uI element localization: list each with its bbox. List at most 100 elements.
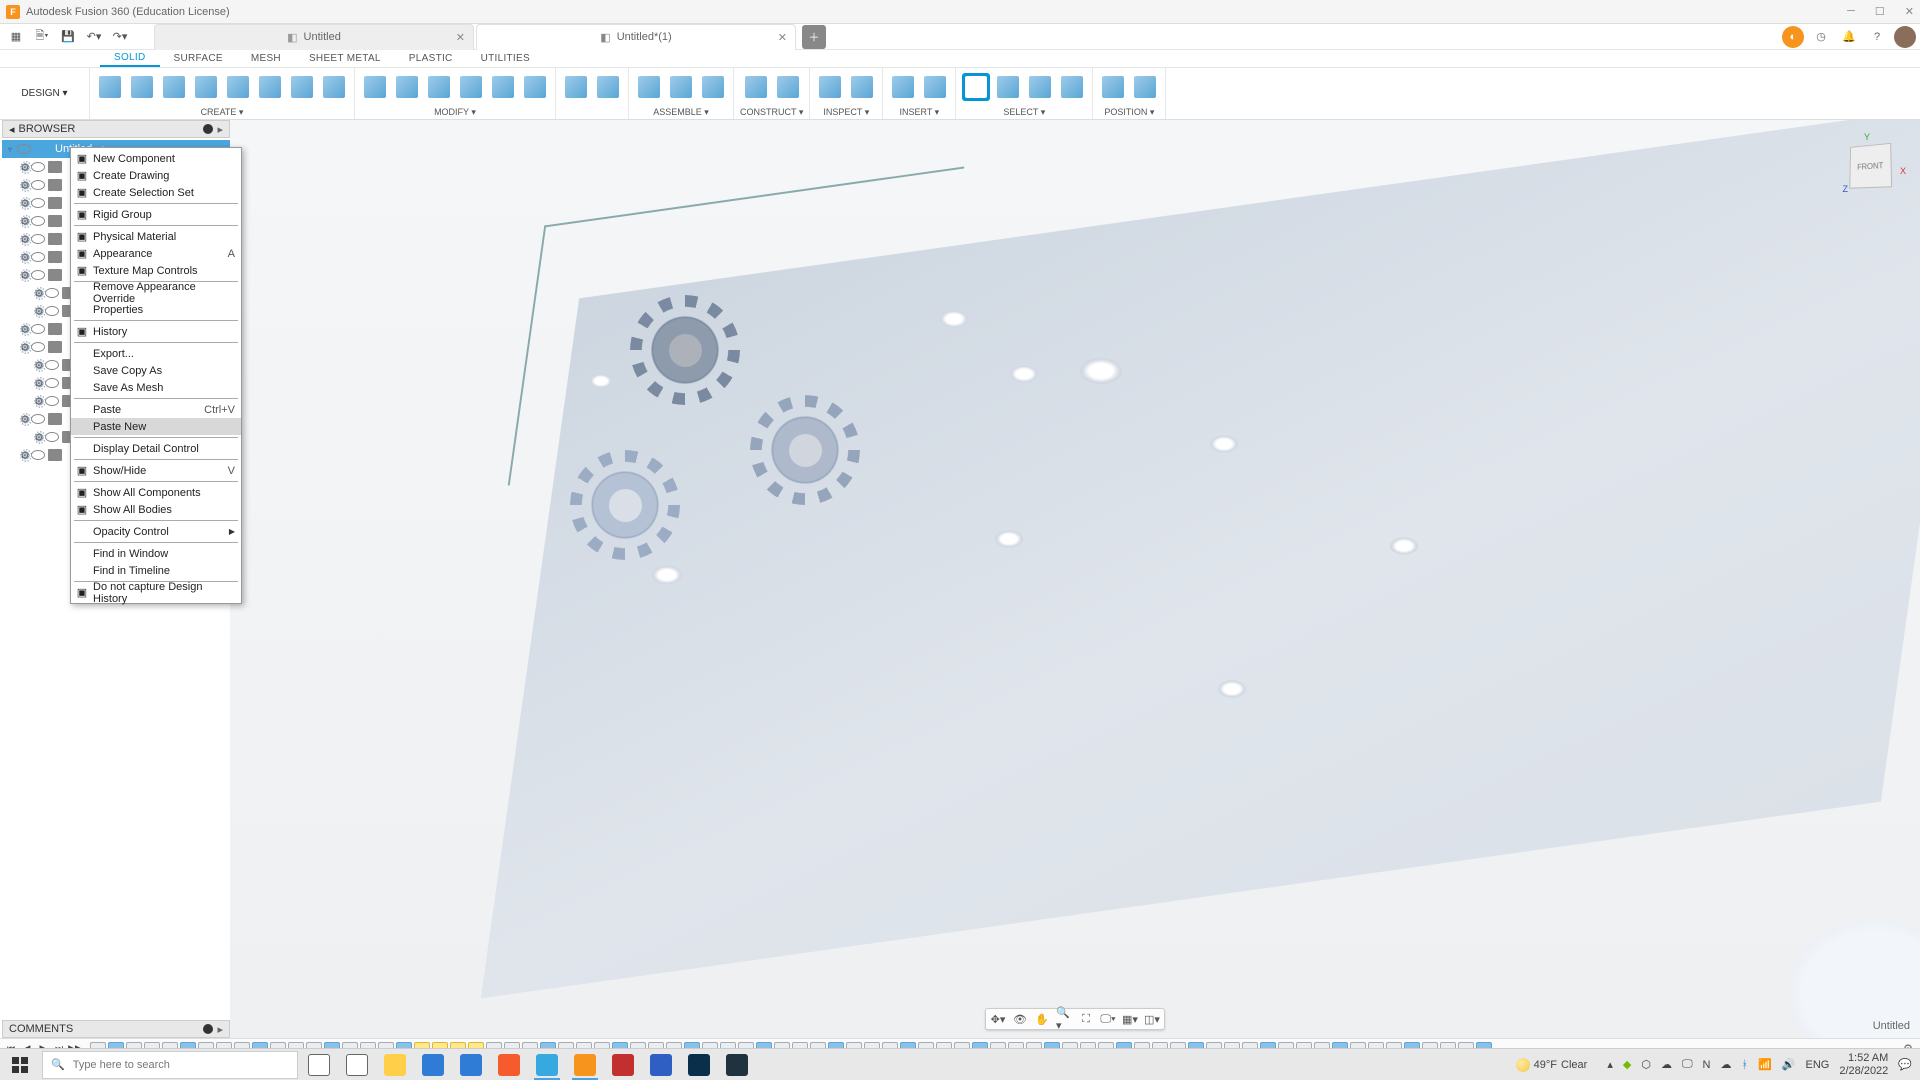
add-tab-button[interactable]: ＋ bbox=[802, 25, 826, 49]
taskbar-app-taskview[interactable] bbox=[338, 1049, 376, 1080]
visibility-icon[interactable] bbox=[17, 144, 31, 154]
visibility-icon[interactable] bbox=[45, 396, 59, 406]
visibility-icon[interactable] bbox=[31, 234, 45, 244]
menu-item-save-as-mesh[interactable]: Save As Mesh bbox=[71, 379, 241, 396]
ribbon-group-label[interactable]: ASSEMBLE ▾ bbox=[653, 105, 709, 119]
save-button[interactable]: 💾 bbox=[56, 26, 80, 48]
undo-button[interactable]: ↶▾ bbox=[82, 26, 106, 48]
ribbon-tool-button[interactable] bbox=[489, 73, 517, 101]
taskbar-app-edge[interactable] bbox=[528, 1049, 566, 1080]
menu-item-history[interactable]: ▣History bbox=[71, 323, 241, 340]
visibility-icon[interactable] bbox=[31, 324, 45, 334]
ribbon-tool-button[interactable] bbox=[1099, 73, 1127, 101]
taskbar-app-autocad[interactable] bbox=[604, 1049, 642, 1080]
menu-item-save-copy-as[interactable]: Save Copy As bbox=[71, 362, 241, 379]
viewcube-face[interactable]: FRONT bbox=[1849, 143, 1892, 189]
visibility-icon[interactable] bbox=[31, 270, 45, 280]
menu-item-paste[interactable]: PasteCtrl+V bbox=[71, 401, 241, 418]
ribbon-tool-button[interactable] bbox=[1131, 73, 1159, 101]
taskbar-clock[interactable]: 1:52 AM 2/28/2022 bbox=[1839, 1052, 1888, 1076]
menu-item-find-in-window[interactable]: Find in Window bbox=[71, 545, 241, 562]
ribbon-tool-button[interactable] bbox=[192, 73, 220, 101]
visibility-icon[interactable] bbox=[45, 360, 59, 370]
ribbon-tool-button[interactable] bbox=[562, 73, 590, 101]
viewport-3d[interactable]: FRONT X Y Z ✥▾ 👁 ✋ 🔍▾ ⛶ 🖵▾ ▦▾ ◫▾ Untitle… bbox=[230, 120, 1920, 1038]
menu-item-show-hide[interactable]: ▣Show/HideV bbox=[71, 462, 241, 479]
menu-item-rigid-group[interactable]: ▣Rigid Group bbox=[71, 206, 241, 223]
close-icon[interactable]: ✕ bbox=[778, 31, 787, 44]
language-indicator[interactable]: ENG bbox=[1806, 1059, 1830, 1071]
ribbon-tool-button[interactable] bbox=[320, 73, 348, 101]
look-icon[interactable]: 👁 bbox=[1012, 1011, 1028, 1027]
close-button[interactable]: ✕ bbox=[1905, 5, 1914, 18]
ribbon-tool-button[interactable] bbox=[160, 73, 188, 101]
ribbon-tool-button[interactable] bbox=[521, 73, 549, 101]
tray-icon[interactable]: 🖵 bbox=[1682, 1058, 1693, 1071]
tray-icon[interactable]: ☁ bbox=[1661, 1058, 1672, 1071]
notifications-button[interactable]: 🔔 bbox=[1838, 26, 1860, 48]
visibility-icon[interactable] bbox=[31, 180, 45, 190]
visibility-icon[interactable] bbox=[31, 162, 45, 172]
workspace-switcher[interactable]: DESIGN ▾ bbox=[0, 68, 90, 119]
ribbon-tab-surface[interactable]: SURFACE bbox=[160, 49, 237, 67]
ribbon-tab-sheet metal[interactable]: SHEET METAL bbox=[295, 49, 395, 67]
visibility-icon[interactable] bbox=[45, 288, 59, 298]
ribbon-tool-button[interactable] bbox=[816, 73, 844, 101]
ribbon-tool-button[interactable] bbox=[457, 73, 485, 101]
ribbon-tab-utilities[interactable]: UTILITIES bbox=[467, 49, 544, 67]
ribbon-tool-button[interactable] bbox=[889, 73, 917, 101]
ribbon-group-label[interactable]: CREATE ▾ bbox=[201, 105, 244, 119]
ribbon-tool-button[interactable] bbox=[635, 73, 663, 101]
visibility-icon[interactable] bbox=[31, 414, 45, 424]
ribbon-tool-button[interactable] bbox=[1026, 73, 1054, 101]
ribbon-tab-plastic[interactable]: PLASTIC bbox=[395, 49, 467, 67]
ribbon-tool-button[interactable] bbox=[594, 73, 622, 101]
visibility-icon[interactable] bbox=[45, 378, 59, 388]
job-status-button[interactable]: ◷ bbox=[1810, 26, 1832, 48]
weather-widget[interactable]: 49°F Clear bbox=[1516, 1058, 1588, 1072]
ribbon-group-label[interactable]: SELECT ▾ bbox=[1003, 105, 1045, 119]
minimize-button[interactable]: ─ bbox=[1847, 5, 1855, 18]
ribbon-tool-button[interactable] bbox=[256, 73, 284, 101]
visibility-icon[interactable] bbox=[31, 450, 45, 460]
help-button[interactable]: ? bbox=[1866, 26, 1888, 48]
bluetooth-icon[interactable]: ᚼ bbox=[1742, 1059, 1749, 1071]
expand-icon[interactable]: ▿ bbox=[6, 145, 14, 154]
menu-item-show-all-bodies[interactable]: ▣Show All Bodies bbox=[71, 501, 241, 518]
taskbar-app-explorer[interactable] bbox=[376, 1049, 414, 1080]
ribbon-group-label[interactable]: INSPECT ▾ bbox=[823, 105, 869, 119]
taskbar-app-revit[interactable] bbox=[642, 1049, 680, 1080]
display-icon[interactable]: 🖵▾ bbox=[1100, 1011, 1116, 1027]
ribbon-tool-button[interactable] bbox=[224, 73, 252, 101]
visibility-icon[interactable] bbox=[31, 216, 45, 226]
ribbon-group-label[interactable]: POSITION ▾ bbox=[1104, 105, 1154, 119]
menu-item-paste-new[interactable]: Paste New bbox=[71, 418, 241, 435]
ribbon-tool-button[interactable] bbox=[962, 73, 990, 101]
taskbar-app-cortana[interactable] bbox=[300, 1049, 338, 1080]
menu-item-show-all-components[interactable]: ▣Show All Components bbox=[71, 484, 241, 501]
start-button[interactable] bbox=[0, 1049, 40, 1080]
pin-icon[interactable] bbox=[203, 1024, 213, 1034]
ribbon-tool-button[interactable] bbox=[128, 73, 156, 101]
comments-panel[interactable]: COMMENTS ▸ bbox=[2, 1020, 230, 1038]
menu-item-appearance[interactable]: ▣AppearanceA bbox=[71, 245, 241, 262]
ribbon-group-label[interactable]: CONSTRUCT ▾ bbox=[740, 105, 803, 119]
ribbon-tool-button[interactable] bbox=[699, 73, 727, 101]
taskbar-app-steam[interactable] bbox=[718, 1049, 756, 1080]
menu-item-create-drawing[interactable]: ▣Create Drawing bbox=[71, 167, 241, 184]
visibility-icon[interactable] bbox=[45, 306, 59, 316]
ribbon-tab-solid[interactable]: SOLID bbox=[100, 49, 160, 67]
ribbon-tool-button[interactable] bbox=[393, 73, 421, 101]
onedrive-icon[interactable]: ☁ bbox=[1721, 1058, 1732, 1071]
ribbon-tab-mesh[interactable]: MESH bbox=[237, 49, 295, 67]
close-icon[interactable]: ✕ bbox=[456, 31, 465, 44]
view-cube[interactable]: FRONT X Y Z bbox=[1840, 136, 1900, 196]
redo-button[interactable]: ↷▾ bbox=[108, 26, 132, 48]
menu-item-opacity-control[interactable]: Opacity Control▶ bbox=[71, 523, 241, 540]
file-menu[interactable]: 🗎▾ bbox=[30, 26, 54, 48]
visibility-icon[interactable] bbox=[31, 198, 45, 208]
ribbon-tool-button[interactable] bbox=[425, 73, 453, 101]
notifications-icon[interactable]: 💬 bbox=[1898, 1058, 1912, 1071]
tray-icon[interactable]: ▴ bbox=[1607, 1058, 1613, 1071]
visibility-icon[interactable] bbox=[45, 432, 59, 442]
